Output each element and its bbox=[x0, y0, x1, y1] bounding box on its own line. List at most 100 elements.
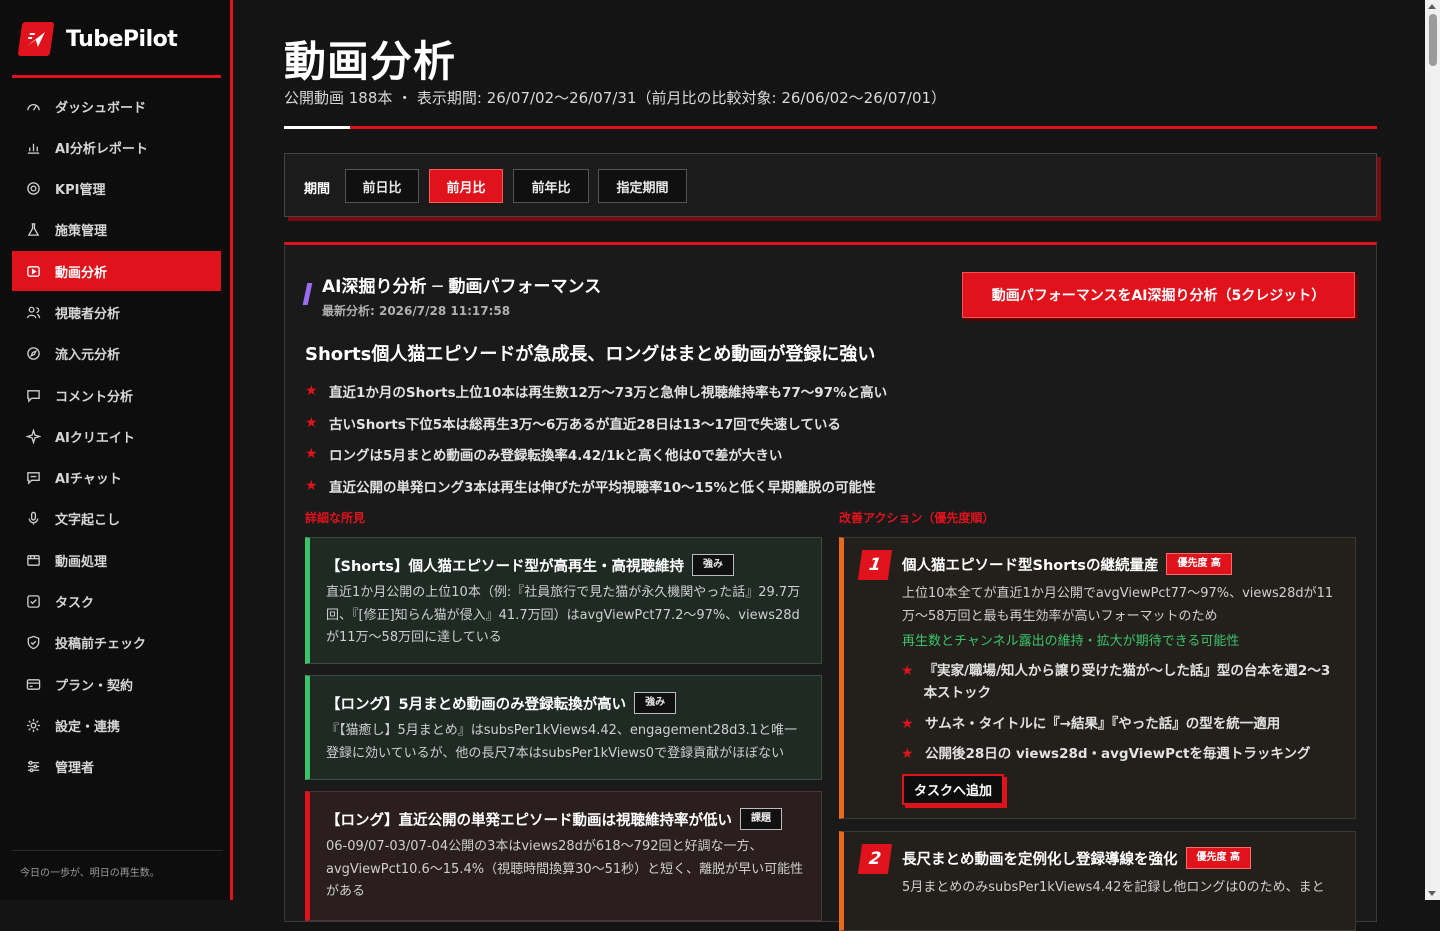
scroll-down-icon[interactable] bbox=[1428, 891, 1436, 896]
checkbox-icon bbox=[27, 595, 40, 608]
finding-body: 直近1か月公開の上位10本（例:『社員旅行で見た猫が永久機関やった話』29.7万… bbox=[326, 585, 801, 645]
finding-body: 『【猫癒し】5月まとめ』はsubsPer1kViews4.42、engageme… bbox=[326, 723, 798, 761]
sidebar-footer-divider bbox=[12, 850, 223, 851]
chat-icon bbox=[27, 472, 40, 485]
sidebar-item-comments[interactable]: コメント分析 bbox=[12, 375, 221, 415]
sidebar-item-ai-chat[interactable]: AIチャット bbox=[12, 458, 221, 498]
star-icon: ★ bbox=[305, 477, 318, 494]
ai-headline: Shorts個人猫エピソードが急成長、ロングはまとめ動画が登録に強い bbox=[305, 344, 876, 365]
sidebar-item-label: 視聴者分析 bbox=[55, 306, 121, 322]
sidebar-item-plan[interactable]: プラン・契約 bbox=[12, 664, 221, 704]
add-to-task-button[interactable]: タスクへ追加 bbox=[902, 773, 1005, 805]
star-icon: ★ bbox=[305, 446, 318, 463]
list-item: ★ サムネ・タイトルに『→結果』『やった話』の型を統一適用 bbox=[901, 713, 1337, 736]
app-name: TubePilot bbox=[66, 26, 178, 52]
sidebar-item-admin[interactable]: 管理者 bbox=[12, 747, 221, 787]
sidebar-nav: ダッシュボード AI分析レポート KPI管理 施策管理 動画分析 視聴者分析 流… bbox=[12, 86, 221, 788]
sidebar-item-label: 動画処理 bbox=[55, 554, 108, 570]
sidebar-item-settings[interactable]: 設定・連携 bbox=[12, 705, 221, 745]
sidebar: TubePilot ダッシュボード AI分析レポート KPI管理 施策管理 動画… bbox=[0, 0, 233, 900]
step-text: サムネ・タイトルに『→結果』『やった話』の型を統一適用 bbox=[925, 715, 1281, 732]
finding-title-row: 【ロング】5月まとめ動画のみ登録転換が高い 強み bbox=[326, 690, 805, 716]
list-item: ★ 古いShorts下位5本は総再生3万〜6万あるが直近28日は13〜17回で失速… bbox=[305, 407, 887, 439]
action-card: 2 長尺まとめ動画を定例化し登録導線を強化 優先度 高 5月まとめのみsubsP… bbox=[839, 831, 1356, 931]
sidebar-item-label: コメント分析 bbox=[55, 389, 134, 405]
sparkle-icon bbox=[26, 428, 41, 444]
finding-card: 【ロング】5月まとめ動画のみ登録転換が高い 強み 『【猫癒し】5月まとめ』はsu… bbox=[305, 675, 822, 780]
sliders-icon bbox=[27, 761, 40, 773]
summary-text: 古いShorts下位5本は総再生3万〜6万あるが直近28日は13〜17回で失速し… bbox=[329, 416, 841, 433]
sidebar-item-label: AIチャット bbox=[55, 472, 122, 488]
finding-body: 06-09/07-03/07-04公開の3本はviews28dが618〜792回… bbox=[326, 839, 804, 899]
finding-title: 【Shorts】個人猫エピソード型が高再生・高視聴維持 bbox=[326, 558, 684, 575]
period-month-button[interactable]: 前月比 bbox=[429, 169, 503, 203]
gauge-icon bbox=[27, 103, 40, 111]
compass-icon bbox=[27, 347, 40, 361]
list-item: ★ 公開後28日の views28d・avgViewPctを毎週トラッキング bbox=[901, 743, 1337, 766]
action-title-row: 長尺まとめ動画を定例化し登録導線を強化 優先度 高 bbox=[902, 845, 1337, 871]
finding-card: 【Shorts】個人猫エピソード型が高再生・高視聴維持 強み 直近1か月公開の上… bbox=[305, 537, 822, 664]
sidebar-item-label: 流入元分析 bbox=[55, 348, 121, 364]
summary-text: ロングは5月まとめ動画のみ登録転換率4.42/1kと高く他は0で差が大きい bbox=[329, 448, 783, 465]
sidebar-item-audience[interactable]: 視聴者分析 bbox=[12, 292, 221, 332]
film-icon bbox=[27, 554, 40, 566]
scrollbar-thumb[interactable] bbox=[1429, 14, 1437, 66]
sidebar-item-transcription[interactable]: 文字起こし bbox=[12, 499, 221, 539]
ai-analysis-timestamp: 最新分析: 2026/7/28 11:17:58 bbox=[322, 304, 511, 318]
mic-icon bbox=[28, 512, 39, 526]
target-icon bbox=[27, 182, 40, 195]
summary-text: 直近公開の単発ロング3本は再生は伸びたが平均視聴率10〜15%と低く早期離脱の可… bbox=[329, 479, 876, 496]
title-divider-accent bbox=[284, 126, 350, 129]
sidebar-item-label: プラン・契約 bbox=[55, 678, 134, 694]
logo-icon bbox=[17, 22, 55, 56]
users-icon bbox=[26, 306, 41, 319]
sidebar-item-ai-report[interactable]: AI分析レポート bbox=[12, 127, 221, 167]
list-item: ★ 直近1か月のShorts上位10本は再生数12万〜73万と急伸し視聴維持率も7… bbox=[305, 375, 887, 407]
star-icon: ★ bbox=[901, 662, 914, 679]
action-number: 1 bbox=[857, 550, 893, 580]
sidebar-tagline: 今日の一歩が、明日の再生数。 bbox=[20, 868, 160, 879]
ai-deep-analysis-button[interactable]: 動画パフォーマンスをAI深掘り分析（5クレジット） bbox=[962, 272, 1355, 318]
priority-badge: 優先度 高 bbox=[1185, 847, 1251, 869]
finding-tag: 強み bbox=[634, 692, 677, 714]
scroll-up-icon[interactable] bbox=[1428, 4, 1436, 9]
sidebar-item-label: 投稿前チェック bbox=[55, 637, 147, 653]
finding-title-row: 【Shorts】個人猫エピソード型が高再生・高視聴維持 強み bbox=[326, 552, 805, 578]
star-icon: ★ bbox=[901, 715, 914, 732]
video-icon bbox=[27, 265, 40, 277]
period-label: 期間 bbox=[304, 182, 331, 197]
period-year-button[interactable]: 前年比 bbox=[513, 169, 589, 203]
scrollbar[interactable] bbox=[1425, 0, 1440, 900]
ai-summary-list: ★ 直近1か月のShorts上位10本は再生数12万〜73万と急伸し視聴維持率も7… bbox=[305, 375, 887, 502]
page-subtitle: 公開動画 188本 ・ 表示期間: 26/07/02〜26/07/31（前月比の… bbox=[284, 89, 947, 107]
finding-card: 【ロング】直近公開の単発エピソード動画は視聴維持率が低い 課題 06-09/07… bbox=[305, 791, 822, 921]
action-number: 2 bbox=[857, 844, 893, 874]
action-title: 長尺まとめ動画を定例化し登録導線を強化 bbox=[902, 851, 1178, 868]
priority-badge: 優先度 高 bbox=[1166, 553, 1232, 575]
sidebar-item-label: 施策管理 bbox=[55, 224, 108, 240]
action-title-row: 個人猫エピソード型Shortsの継続量産 優先度 高 bbox=[902, 551, 1337, 577]
card-icon bbox=[26, 678, 41, 690]
sidebar-item-precheck[interactable]: 投稿前チェック bbox=[12, 623, 221, 663]
list-item: ★ 直近公開の単発ロング3本は再生は伸びたが平均視聴率10〜15%と低く早期離脱の… bbox=[305, 470, 887, 502]
sidebar-item-video-analysis[interactable]: 動画分析 bbox=[12, 251, 221, 292]
finding-title: 【ロング】5月まとめ動画のみ登録転換が高い bbox=[326, 696, 627, 713]
sidebar-item-dashboard[interactable]: ダッシュボード bbox=[12, 86, 221, 126]
sidebar-item-measures[interactable]: 施策管理 bbox=[12, 210, 221, 250]
logo-divider bbox=[12, 75, 221, 78]
bar-chart-icon bbox=[27, 143, 40, 154]
sidebar-item-ai-create[interactable]: AIクリエイト bbox=[12, 416, 221, 456]
sidebar-item-kpi[interactable]: KPI管理 bbox=[12, 169, 221, 209]
sidebar-item-video-processing[interactable]: 動画処理 bbox=[12, 540, 221, 580]
sidebar-item-tasks[interactable]: タスク bbox=[12, 582, 221, 622]
ai-analysis-card: AI深掘り分析 ─ 動画パフォーマンス 最新分析: 2026/7/28 11:1… bbox=[284, 242, 1377, 931]
sidebar-item-label: 設定・連携 bbox=[55, 719, 121, 735]
period-custom-button[interactable]: 指定期間 bbox=[598, 169, 687, 203]
sidebar-item-label: タスク bbox=[55, 596, 95, 612]
period-selector: 期間 前日比 前月比 前年比 指定期間 bbox=[284, 153, 1377, 217]
action-title: 個人猫エピソード型Shortsの継続量産 bbox=[902, 557, 1159, 574]
period-day-button[interactable]: 前日比 bbox=[345, 169, 419, 203]
logo[interactable]: TubePilot bbox=[17, 22, 178, 56]
star-icon: ★ bbox=[901, 746, 914, 762]
sidebar-item-traffic[interactable]: 流入元分析 bbox=[12, 334, 221, 374]
